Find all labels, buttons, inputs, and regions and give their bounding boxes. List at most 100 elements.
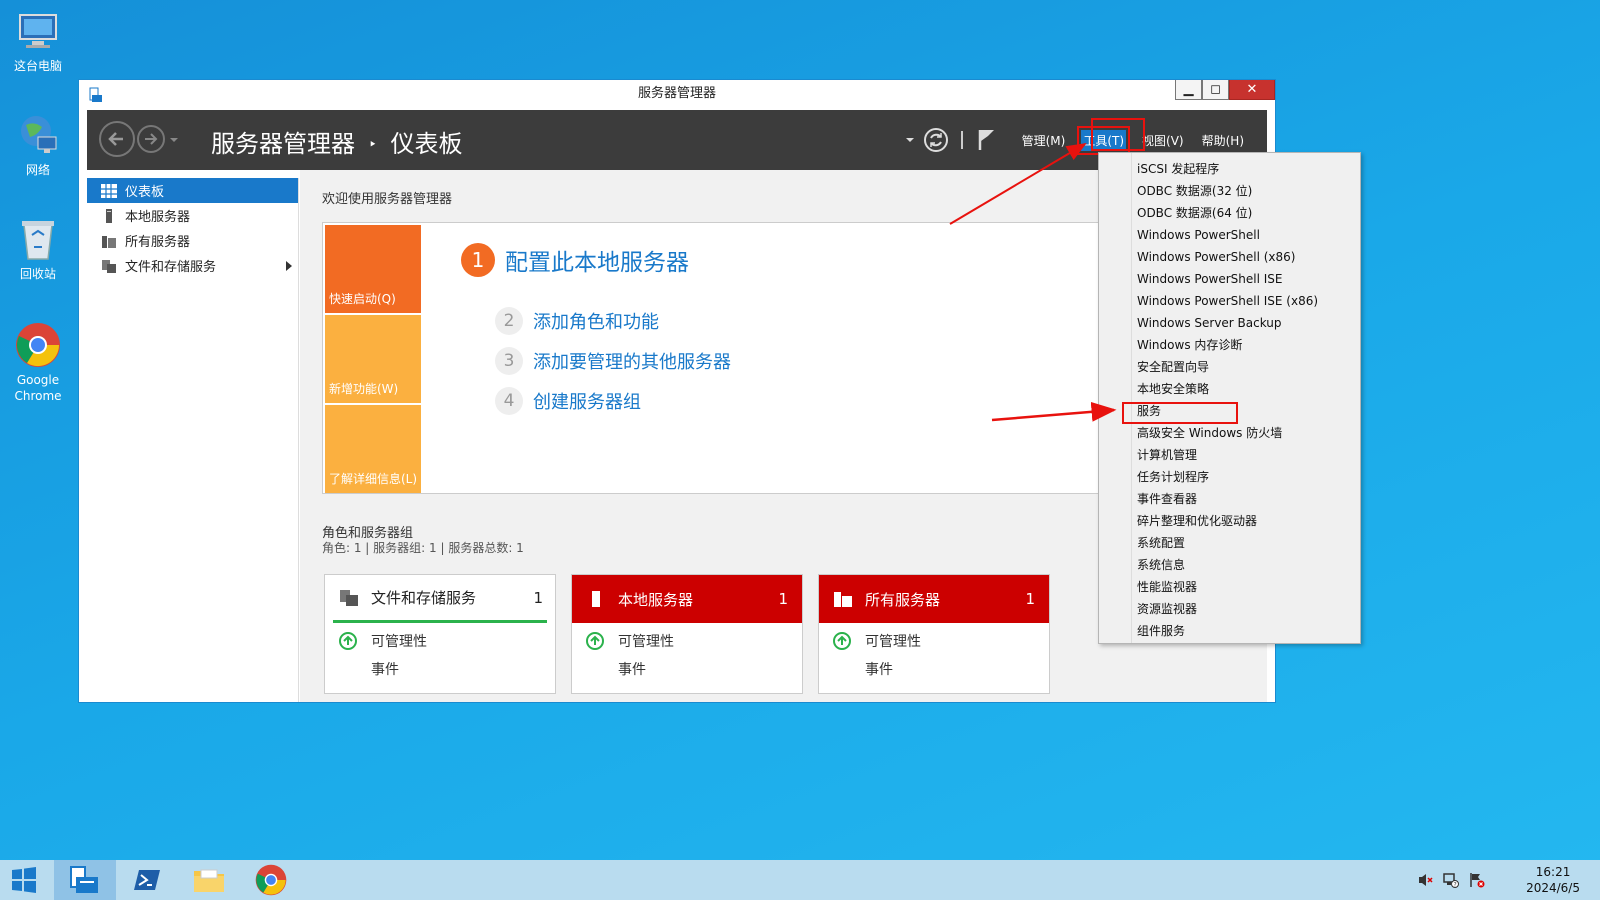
step-add-roles[interactable]: 2 添加角色和功能 <box>495 307 659 335</box>
tools-menu-item[interactable]: ODBC 数据源(32 位) <box>1099 180 1360 202</box>
tools-menu-item[interactable]: Windows PowerShell <box>1099 224 1360 246</box>
sidebar-item-file-storage[interactable]: 文件和存储服务 <box>87 253 298 278</box>
network-status-icon[interactable]: ? <box>1443 872 1459 888</box>
server-manager-app-icon <box>88 86 104 102</box>
step-link[interactable]: 配置此本地服务器 <box>505 243 689 277</box>
role-card-local-server[interactable]: 本地服务器 1 可管理性 事件 <box>571 574 803 694</box>
taskbar-file-explorer[interactable] <box>178 860 240 900</box>
step-number: 2 <box>495 307 523 335</box>
card-title: 文件和存储服务 <box>371 589 477 607</box>
role-card-file-storage[interactable]: 文件和存储服务 1 可管理性 事件 <box>324 574 556 694</box>
card-manageability[interactable]: 可管理性 <box>572 627 802 655</box>
status-ok-up-icon <box>586 632 604 650</box>
tools-menu-item[interactable]: ODBC 数据源(64 位) <box>1099 202 1360 224</box>
tools-menu-item[interactable]: Windows 内存诊断 <box>1099 334 1360 356</box>
tile-quick-start[interactable]: 快速启动(Q) <box>325 225 421 313</box>
role-card-all-servers[interactable]: 所有服务器 1 可管理性 事件 <box>818 574 1050 694</box>
tools-menu-item[interactable]: 组件服务 <box>1099 620 1360 642</box>
system-tray: ? <box>1417 872 1485 888</box>
card-header[interactable]: 本地服务器 1 <box>572 575 802 623</box>
desktop-icon-this-pc[interactable]: 这台电脑 <box>10 8 66 74</box>
card-events[interactable]: 事件 <box>325 655 555 683</box>
nav-history-dropdown-icon[interactable] <box>169 136 179 144</box>
sidebar-item-all-servers[interactable]: 所有服务器 <box>87 228 298 253</box>
step-add-servers[interactable]: 3 添加要管理的其他服务器 <box>495 347 731 375</box>
step-number: 3 <box>495 347 523 375</box>
close-button[interactable]: ✕ <box>1229 80 1275 100</box>
minimize-button[interactable]: ▁ <box>1175 80 1202 100</box>
taskbar-powershell[interactable] <box>116 860 178 900</box>
clock-date: 2024/6/5 <box>1526 881 1580 895</box>
step-link[interactable]: 添加角色和功能 <box>533 308 659 334</box>
card-manageability[interactable]: 可管理性 <box>325 627 555 655</box>
tile-whats-new[interactable]: 新增功能(W) <box>325 315 421 403</box>
desktop-icon-recycle-bin[interactable]: 回收站 <box>10 216 66 282</box>
tools-menu-item[interactable]: 资源监视器 <box>1099 598 1360 620</box>
forward-button[interactable] <box>137 125 165 153</box>
tools-menu-item[interactable]: Windows PowerShell ISE (x86) <box>1099 290 1360 312</box>
desktop-icon-label: Google Chrome <box>14 373 62 403</box>
annotation-box-services <box>1122 402 1238 424</box>
header-bar: 服务器管理器 ‣ 仪表板 管理(M) 工具(T) 视图(V) 帮助(H) <box>87 110 1267 170</box>
step-link[interactable]: 创建服务器组 <box>533 388 641 414</box>
window-titlebar[interactable]: 服务器管理器 ▁ ◻ ✕ <box>79 80 1275 108</box>
powershell-icon <box>134 870 160 890</box>
clock-time: 16:21 <box>1535 865 1571 879</box>
computer-icon <box>15 8 61 54</box>
dropdown-arrow-icon[interactable] <box>905 136 915 144</box>
menu-help[interactable]: 帮助(H) <box>1200 130 1246 151</box>
desktop-icon-chrome[interactable]: Google Chrome <box>10 322 66 404</box>
card-title: 所有服务器 <box>865 590 941 609</box>
tools-menu-item[interactable]: 碎片整理和优化驱动器 <box>1099 510 1360 532</box>
tools-menu-item[interactable]: 安全配置向导 <box>1099 356 1360 378</box>
card-header[interactable]: 所有服务器 1 <box>819 575 1049 623</box>
tools-menu-item[interactable]: 系统信息 <box>1099 554 1360 576</box>
tools-menu-item[interactable]: Windows Server Backup <box>1099 312 1360 334</box>
sidebar-item-label: 文件和存储服务 <box>125 260 217 275</box>
card-manageability[interactable]: 可管理性 <box>819 627 1049 655</box>
card-count: 1 <box>533 588 543 607</box>
tools-menu-item[interactable]: 本地安全策略 <box>1099 378 1360 400</box>
tools-menu-item[interactable]: 高级安全 Windows 防火墙 <box>1099 422 1360 444</box>
card-line-label: 事件 <box>371 662 399 678</box>
svg-text:?: ? <box>1454 882 1457 889</box>
step-configure-local-server[interactable]: 1 配置此本地服务器 <box>461 243 689 277</box>
clock[interactable]: 16:21 2024/6/5 <box>1526 864 1580 896</box>
menu-view[interactable]: 视图(V) <box>1140 130 1186 151</box>
quick-start-panel: 快速启动(Q) 新增功能(W) 了解详细信息(L) 1 配置此本地服务器 2 添… <box>322 222 1102 494</box>
taskbar-server-manager[interactable] <box>54 860 116 900</box>
tools-menu-item[interactable]: 性能监视器 <box>1099 576 1360 598</box>
step-create-server-group[interactable]: 4 创建服务器组 <box>495 387 641 415</box>
maximize-button[interactable]: ◻ <box>1202 80 1229 100</box>
server-manager-window: 服务器管理器 ▁ ◻ ✕ 服务器管理器 ‣ 仪表板 管理(M) 工具(T) 视图… <box>78 79 1276 703</box>
breadcrumb: 服务器管理器 ‣ 仪表板 <box>211 124 463 159</box>
tools-menu-item[interactable]: Windows PowerShell (x86) <box>1099 246 1360 268</box>
menu-manage[interactable]: 管理(M) <box>1020 130 1068 151</box>
card-events[interactable]: 事件 <box>819 655 1049 683</box>
action-center-flag-icon[interactable] <box>1469 872 1485 888</box>
breadcrumb-app: 服务器管理器 <box>211 130 355 158</box>
card-line-label: 事件 <box>618 662 646 678</box>
card-events[interactable]: 事件 <box>572 655 802 683</box>
taskbar-chrome[interactable] <box>240 860 302 900</box>
tools-menu-item[interactable]: 计算机管理 <box>1099 444 1360 466</box>
refresh-icon[interactable] <box>923 127 949 153</box>
start-button[interactable] <box>0 860 48 900</box>
tile-learn-more[interactable]: 了解详细信息(L) <box>325 405 421 493</box>
sidebar-item-dashboard[interactable]: 仪表板 <box>87 178 298 203</box>
card-header[interactable]: 文件和存储服务 1 <box>333 575 547 623</box>
notifications-flag-icon[interactable] <box>977 128 997 152</box>
step-link[interactable]: 添加要管理的其他服务器 <box>533 348 731 374</box>
back-button[interactable] <box>99 121 135 157</box>
tools-menu-item[interactable]: Windows PowerShell ISE <box>1099 268 1360 290</box>
desktop-icon-network[interactable]: 网络 <box>10 112 66 178</box>
tools-menu-item[interactable]: iSCSI 发起程序 <box>1099 158 1360 180</box>
expand-arrow-icon[interactable] <box>286 260 292 271</box>
tools-menu-item[interactable]: 事件查看器 <box>1099 488 1360 510</box>
volume-muted-icon[interactable] <box>1417 872 1433 888</box>
maximize-icon: ◻ <box>1210 81 1221 97</box>
sidebar-item-local-server[interactable]: 本地服务器 <box>87 203 298 228</box>
sidebar: 仪表板 本地服务器 所有服务器 文件和存储服务 <box>87 178 299 702</box>
tools-menu-item[interactable]: 系统配置 <box>1099 532 1360 554</box>
tools-menu-item[interactable]: 任务计划程序 <box>1099 466 1360 488</box>
